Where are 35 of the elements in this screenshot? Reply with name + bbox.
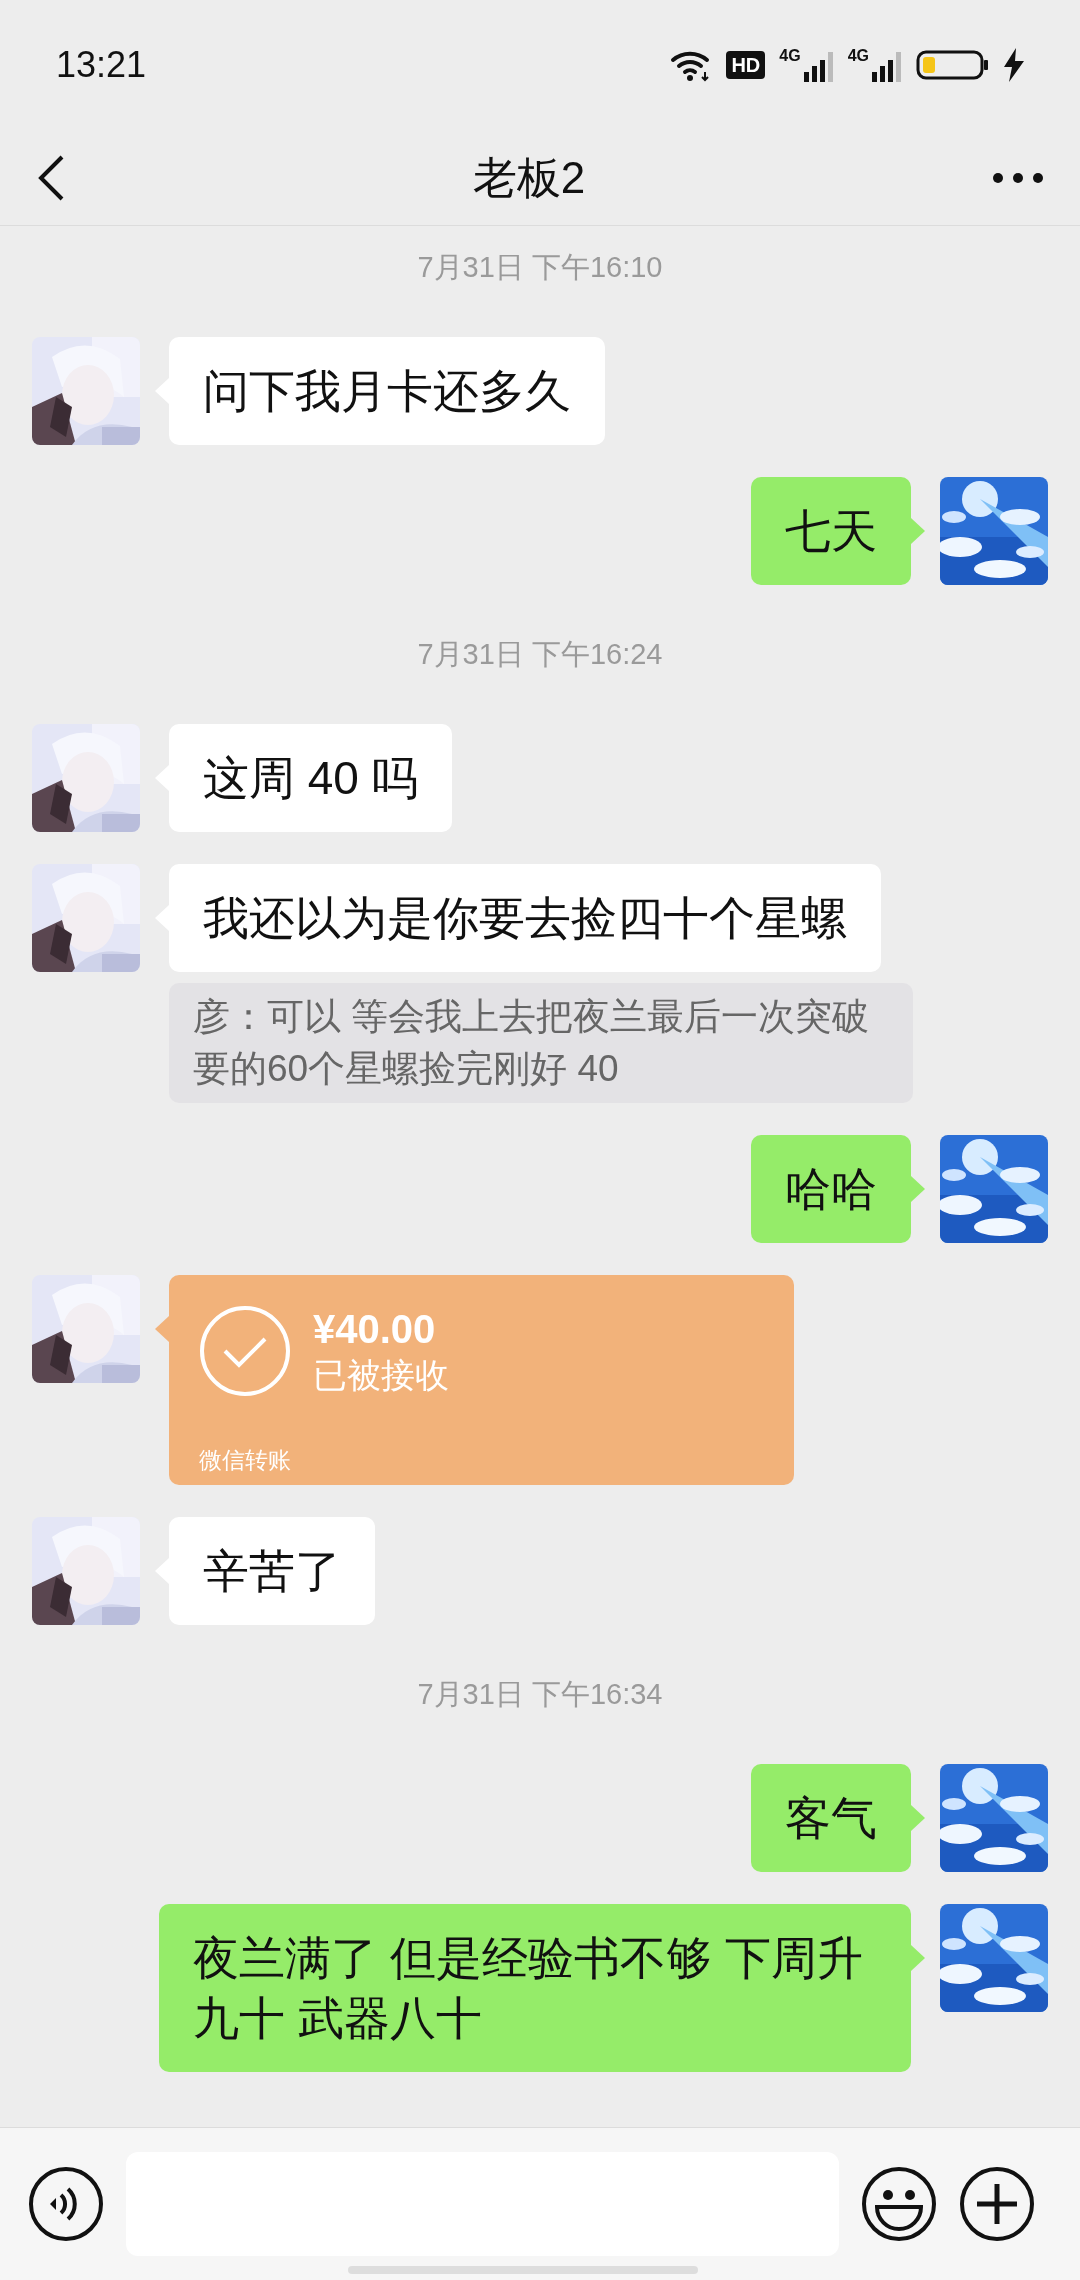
signal-icon — [803, 50, 834, 82]
quoted-message[interactable]: 彦：可以 等会我上去把夜兰最后一次突破要的60个星螺捡完刚好 40 — [169, 983, 913, 1103]
bubble-tail — [911, 1805, 925, 1831]
message-bubble[interactable]: 这周 40 吗 — [169, 724, 452, 832]
chat-title: 老板2 — [472, 151, 586, 204]
message-bubble[interactable]: 问下我月卡还多久 — [169, 337, 605, 445]
check-circle-icon — [199, 1305, 291, 1397]
message-bubble[interactable]: 哈哈 — [751, 1135, 911, 1243]
timestamp: 7月31日 下午16:24 — [417, 636, 663, 672]
bubble-tail — [911, 518, 925, 544]
message-bubble[interactable]: 七天 — [751, 477, 911, 585]
battery-icon — [916, 49, 990, 81]
network-label: 4G — [779, 48, 801, 64]
back-icon[interactable] — [36, 153, 66, 202]
bubble-tail — [155, 1316, 169, 1342]
message-bubble[interactable]: 辛苦了 — [169, 1517, 375, 1625]
plus-icon[interactable] — [959, 2166, 1035, 2242]
clock-time: 13:21 — [56, 43, 147, 87]
more-icon[interactable] — [992, 171, 1044, 184]
network-label: 4G — [847, 48, 869, 64]
emoji-icon[interactable] — [861, 2166, 937, 2242]
transfer-status: 已被接收 — [313, 1355, 449, 1396]
message-bubble[interactable]: 我还以为是你要去捡四十个星螺 — [169, 864, 881, 972]
hd-badge: HD — [726, 51, 766, 79]
bubble-tail — [911, 1176, 925, 1202]
charging-icon — [1004, 48, 1024, 82]
transfer-amount: ¥40.00 — [313, 1306, 437, 1353]
message-bubble[interactable]: 夜兰满了 但是经验书不够 下周升九十 武器八十 — [159, 1904, 911, 2072]
voice-icon[interactable] — [28, 2166, 104, 2242]
timestamp: 7月31日 下午16:34 — [417, 1676, 663, 1712]
signal-icon — [872, 50, 902, 82]
transfer-label: 微信转账 — [199, 1445, 292, 1475]
message-bubble[interactable]: 客气 — [751, 1764, 911, 1872]
bubble-tail — [911, 1945, 925, 1971]
timestamp: 7月31日 下午16:10 — [417, 249, 663, 285]
